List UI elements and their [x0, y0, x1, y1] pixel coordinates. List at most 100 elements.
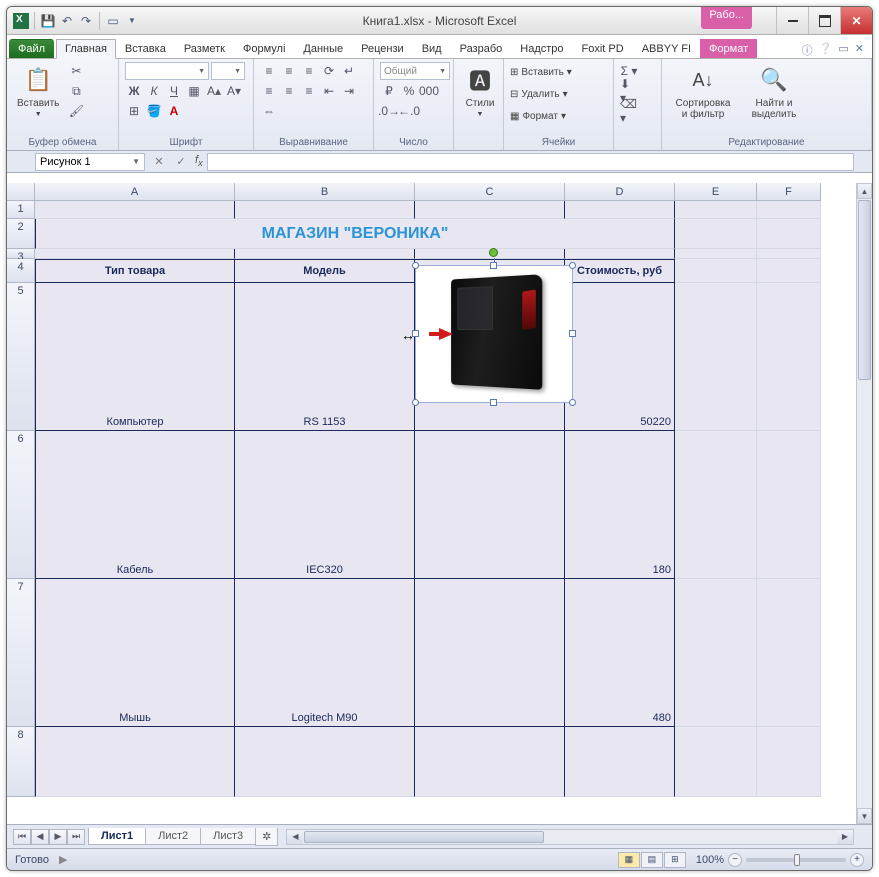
font-name-combo[interactable]: ▼: [125, 62, 209, 80]
tab-вид[interactable]: Вид: [413, 39, 451, 58]
model-cell[interactable]: IEC320: [235, 431, 415, 579]
align-bot-icon[interactable]: ≡: [300, 62, 318, 80]
cell[interactable]: [235, 249, 415, 259]
scroll-down-icon[interactable]: ▼: [857, 808, 872, 824]
horizontal-scrollbar[interactable]: ◀ ▶: [286, 829, 854, 845]
cell[interactable]: [675, 201, 757, 219]
tab-file[interactable]: Файл: [9, 39, 54, 58]
font-size-combo[interactable]: ▼: [211, 62, 245, 80]
paste-button[interactable]: 📋 Вставить ▼: [13, 62, 63, 120]
align-top-icon[interactable]: ≡: [260, 62, 278, 80]
rotate-handle[interactable]: [489, 248, 498, 257]
help-icon[interactable]: ❔: [819, 42, 833, 58]
sheet-tab-Лист2[interactable]: Лист2: [145, 828, 201, 845]
format-painter-icon[interactable]: 🖌: [67, 102, 85, 120]
cell[interactable]: [757, 431, 821, 579]
minimize-ribbon-icon[interactable]: ⓘ: [802, 42, 813, 58]
fill-color-icon[interactable]: 🪣: [145, 102, 163, 120]
cell[interactable]: [675, 727, 757, 797]
zoom-level[interactable]: 100%: [696, 854, 724, 866]
view-pagebreak-icon[interactable]: ⊞: [664, 852, 686, 868]
ribbon-opt-icon[interactable]: ▭: [838, 42, 848, 58]
cell[interactable]: [675, 283, 757, 431]
price-cell[interactable]: 480: [565, 579, 675, 727]
col-header-C[interactable]: C: [415, 183, 565, 201]
tab-foxit pd[interactable]: Foxit PD: [573, 39, 633, 58]
col-header-E[interactable]: E: [675, 183, 757, 201]
row-header-3[interactable]: 3: [7, 249, 35, 259]
cell[interactable]: [565, 727, 675, 797]
cell[interactable]: [675, 579, 757, 727]
row-header-6[interactable]: 6: [7, 431, 35, 579]
store-title-cell[interactable]: МАГАЗИН "ВЕРОНИКА": [35, 219, 675, 249]
type-cell[interactable]: Мышь: [35, 579, 235, 727]
hscroll-thumb[interactable]: [304, 831, 544, 843]
redo-icon[interactable]: ↷: [78, 13, 94, 29]
macro-record-icon[interactable]: ▶: [59, 853, 67, 866]
row-header-8[interactable]: 8: [7, 727, 35, 797]
currency-icon[interactable]: ₽: [380, 82, 398, 100]
row-header-5[interactable]: 5: [7, 283, 35, 431]
border-icon[interactable]: ▦: [185, 82, 203, 100]
header-cell[interactable]: Модель: [235, 259, 415, 283]
tab-nav-next-icon[interactable]: ▶: [49, 829, 67, 845]
tab-format[interactable]: Формат: [700, 39, 757, 58]
tab-nav-first-icon[interactable]: ⏮: [13, 829, 31, 845]
align-mid-icon[interactable]: ≡: [280, 62, 298, 80]
zoom-in-button[interactable]: +: [850, 853, 864, 867]
cell[interactable]: [757, 219, 821, 249]
cell[interactable]: [675, 249, 757, 259]
cancel-formula-icon[interactable]: ✕: [149, 155, 169, 168]
fx-icon[interactable]: fx: [195, 154, 203, 168]
row-header-2[interactable]: 2: [7, 219, 35, 249]
image-cell[interactable]: [415, 431, 565, 579]
zoom-slider[interactable]: [746, 858, 846, 862]
scroll-up-icon[interactable]: ▲: [857, 183, 872, 199]
sort-filter-button[interactable]: A↓Сортировка и фильтр: [668, 62, 738, 122]
row-header-1[interactable]: 1: [7, 201, 35, 219]
tab-разрабо[interactable]: Разрабо: [451, 39, 512, 58]
name-box[interactable]: Рисунок 1▼: [35, 153, 145, 171]
tab-вставка[interactable]: Вставка: [116, 39, 175, 58]
type-cell[interactable]: Компьютер: [35, 283, 235, 431]
sheet-tab-Лист3[interactable]: Лист3: [200, 828, 256, 845]
bold-icon[interactable]: Ж: [125, 82, 143, 100]
type-cell[interactable]: Кабель: [35, 431, 235, 579]
tab-nav-last-icon[interactable]: ⏭: [67, 829, 85, 845]
scroll-left-icon[interactable]: ◀: [287, 830, 303, 844]
insert-cells-button[interactable]: ⊞Вставить ▾: [510, 62, 572, 82]
row-header-4[interactable]: 4: [7, 259, 35, 283]
grow-font-icon[interactable]: A▴: [205, 82, 223, 100]
styles-button[interactable]: 🅰Стили▼: [460, 62, 500, 120]
indent-dec-icon[interactable]: ⇤: [320, 82, 338, 100]
underline-icon[interactable]: Ч: [165, 82, 183, 100]
resize-handle-tm[interactable]: [490, 262, 497, 269]
enter-formula-icon[interactable]: ✓: [171, 155, 191, 168]
cell[interactable]: [415, 727, 565, 797]
number-format-combo[interactable]: Общий▼: [380, 62, 450, 80]
cell[interactable]: [235, 201, 415, 219]
italic-icon[interactable]: К: [145, 82, 163, 100]
scroll-right-icon[interactable]: ▶: [837, 830, 853, 844]
cell[interactable]: [757, 283, 821, 431]
undo-icon[interactable]: ↶: [59, 13, 75, 29]
delete-cells-button[interactable]: ⊟Удалить ▾: [510, 84, 572, 104]
cell[interactable]: [235, 727, 415, 797]
view-normal-icon[interactable]: ▦: [618, 852, 640, 868]
cell[interactable]: [757, 201, 821, 219]
vertical-scrollbar[interactable]: ▲ ▼: [856, 183, 872, 824]
tab-рецензи[interactable]: Рецензи: [352, 39, 413, 58]
scroll-thumb[interactable]: [858, 200, 871, 380]
cell[interactable]: [415, 201, 565, 219]
tab-abbyy fi[interactable]: ABBYY FI: [633, 39, 700, 58]
tab-nav-prev-icon[interactable]: ◀: [31, 829, 49, 845]
price-cell[interactable]: 180: [565, 431, 675, 579]
comma-icon[interactable]: 000: [420, 82, 438, 100]
col-header-D[interactable]: D: [565, 183, 675, 201]
cell[interactable]: [675, 219, 757, 249]
cell[interactable]: [757, 727, 821, 797]
align-left-icon[interactable]: ≡: [260, 82, 278, 100]
tab-главная[interactable]: Главная: [56, 39, 116, 59]
cell[interactable]: [675, 431, 757, 579]
cell[interactable]: [35, 249, 235, 259]
